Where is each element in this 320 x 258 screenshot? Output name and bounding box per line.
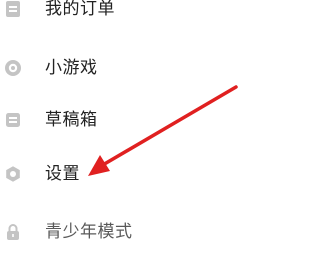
orders-icon [4,0,22,18]
menu-item-label: 我的订单 [45,0,115,19]
gear-icon [4,165,22,183]
drafts-icon [4,111,22,129]
menu-item-label: 设置 [45,164,80,184]
menu-item-teen-mode[interactable]: 青少年模式 [0,206,255,258]
mini-game-icon [4,59,22,77]
menu-item-mini-games[interactable]: 小游戏 [0,42,255,94]
menu-item-settings[interactable]: 设置 [0,148,255,200]
menu-item-orders[interactable]: 我的订单 [0,0,255,35]
menu-item-label: 草稿箱 [45,110,98,130]
menu-item-label: 小游戏 [45,58,98,78]
side-menu: 我的订单 小游戏 草稿箱 设置 青少年模式 [0,0,255,247]
menu-item-drafts[interactable]: 草稿箱 [0,94,255,146]
lock-icon [4,223,22,241]
menu-item-label: 青少年模式 [45,222,133,242]
